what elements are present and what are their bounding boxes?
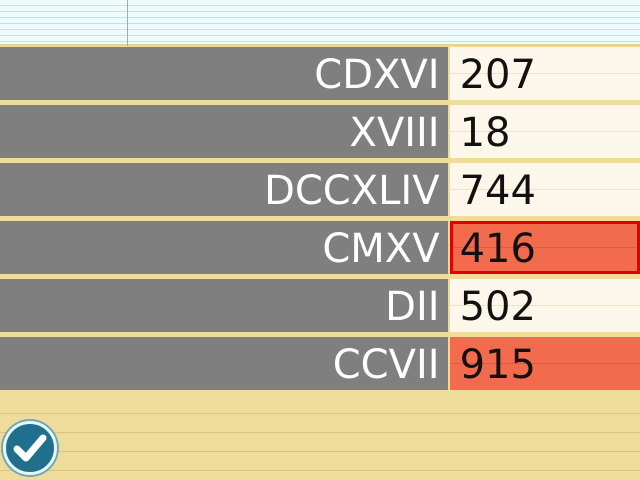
answer-cell[interactable]: 744 — [449, 163, 640, 216]
quiz-row-4: CMXV 416 — [0, 221, 640, 274]
answer-cell[interactable]: 502 — [449, 279, 640, 332]
roman-numeral-cell: CDXVI — [0, 47, 448, 100]
roman-numeral-cell: DCCXLIV — [0, 163, 448, 216]
quiz-row-5: DII 502 — [0, 279, 640, 332]
quiz-rows: CDXVI 207 XVIII 18 DCCXLIV 744 CMXV 416 … — [0, 47, 640, 395]
quiz-row-2: XVIII 18 — [0, 105, 640, 158]
roman-numeral-cell: DII — [0, 279, 448, 332]
notebook-paper-footer — [0, 395, 640, 480]
quiz-row-6: CCVII 915 — [0, 337, 640, 390]
roman-numeral-cell: CCVII — [0, 337, 448, 390]
answer-cell-selected[interactable]: 416 — [449, 221, 640, 274]
margin-line — [127, 0, 128, 46]
quiz-row-3: DCCXLIV 744 — [0, 163, 640, 216]
roman-numeral-cell: CMXV — [0, 221, 448, 274]
answer-cell[interactable]: 207 — [449, 47, 640, 100]
check-answers-button[interactable] — [3, 421, 57, 475]
checkmark-icon — [13, 434, 47, 462]
answer-cell[interactable]: 18 — [449, 105, 640, 158]
notebook-paper-header — [0, 0, 640, 46]
answer-cell[interactable]: 915 — [449, 337, 640, 390]
roman-numeral-cell: XVIII — [0, 105, 448, 158]
quiz-row-1: CDXVI 207 — [0, 47, 640, 100]
